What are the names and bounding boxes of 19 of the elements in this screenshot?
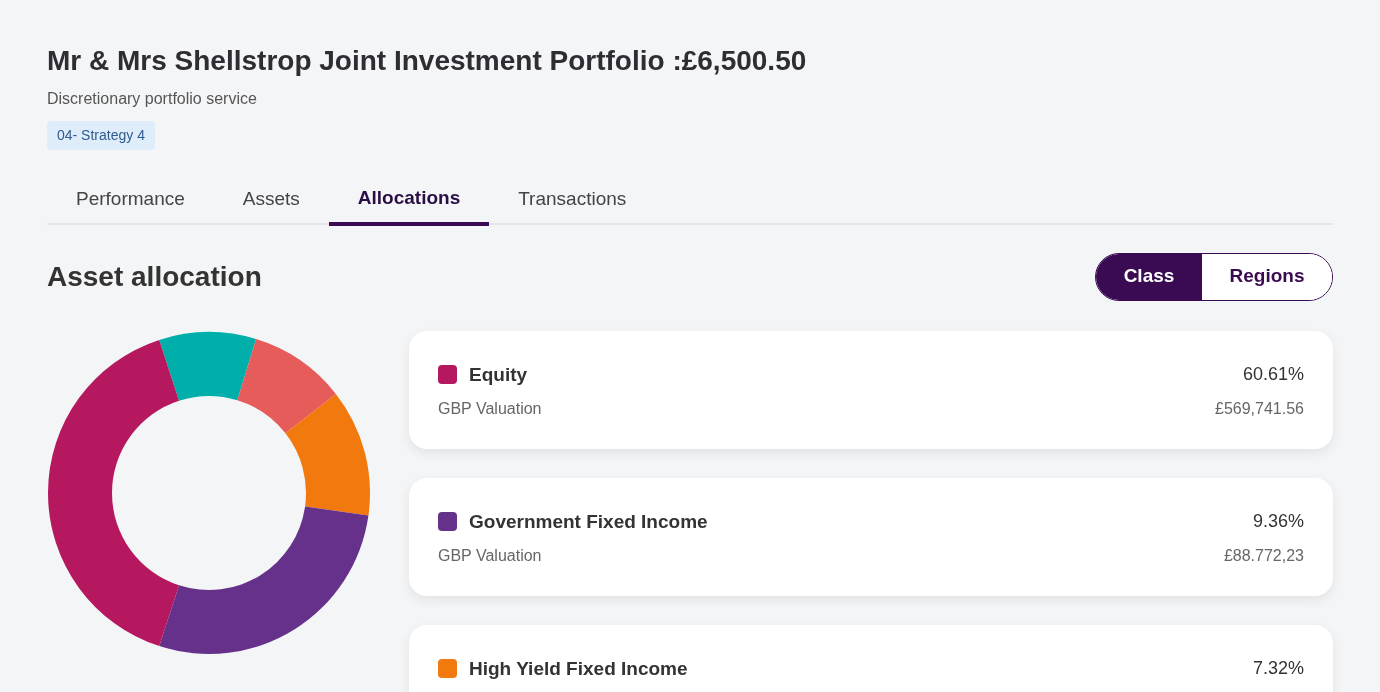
- allocation-name: Government Fixed Income: [469, 509, 708, 534]
- valuation-amount: £569,741.56: [1215, 399, 1304, 419]
- tab[interactable]: Transactions: [489, 184, 656, 225]
- toggle-option[interactable]: Class: [1096, 253, 1202, 300]
- allocation-name: High Yield Fixed Income: [469, 656, 688, 681]
- valuation-label: GBP Valuation: [438, 399, 542, 419]
- allocation-percent: 9.36%: [1252, 510, 1304, 534]
- tab[interactable]: Assets: [213, 184, 329, 225]
- tab[interactable]: Allocations: [328, 184, 490, 226]
- allocation-name: Equity: [469, 362, 528, 387]
- strategy-badge: 04- Strategy 4: [47, 121, 155, 150]
- portfolio-title: Mr & Mrs Shellstrop Joint Investment Portfolio :£6,500.50: [47, 44, 808, 78]
- section-title: Asset allocation: [47, 259, 262, 294]
- valuation-label: GBP Valuation: [438, 546, 542, 566]
- valuation-amount: £88.772,23: [1223, 546, 1304, 566]
- allocation-percent: 60.61%: [1242, 363, 1304, 387]
- portfolio-subtitle: Discretionary portfolio service: [47, 89, 258, 109]
- allocation-percent: 7.32%: [1252, 657, 1304, 681]
- tab[interactable]: Performance: [47, 184, 214, 225]
